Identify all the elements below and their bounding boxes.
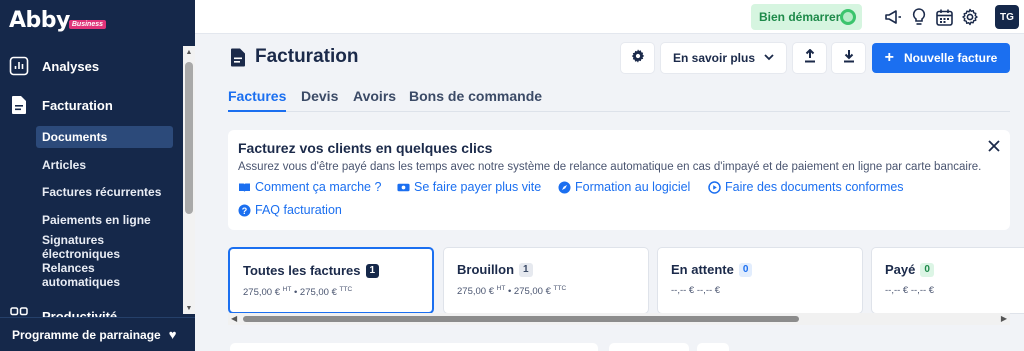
tab-avoirs[interactable]: Avoirs [353, 88, 396, 112]
download-icon [843, 49, 855, 68]
app-logo[interactable]: Abby Business [9, 8, 106, 36]
count-badge: 1 [519, 262, 533, 277]
logo-badge: Business [68, 20, 106, 29]
learn-more-dropdown[interactable]: En savoir plus [661, 43, 786, 73]
link-software-training[interactable]: Formation au logiciel [558, 180, 690, 194]
tab-devis[interactable]: Devis [301, 88, 338, 112]
calendar-icon[interactable] [934, 7, 954, 27]
status-card-all[interactable]: Toutes les factures 1 275,00 € HT • 275,… [228, 247, 434, 314]
compass-icon [558, 181, 571, 194]
document-icon [230, 48, 246, 72]
banner-description: Assurez vous d'être payé dans les temps … [238, 161, 982, 173]
progress-ring-icon [840, 9, 856, 25]
sidebar-subitem-articles[interactable]: Articles [36, 154, 173, 176]
horizontal-scroll-thumb[interactable] [243, 316, 799, 322]
book-icon [238, 181, 251, 194]
card-amounts: --,-- € --,-- € [885, 285, 935, 296]
megaphone-icon[interactable] [883, 7, 903, 27]
close-icon[interactable] [984, 136, 1004, 156]
settings-button[interactable] [621, 43, 654, 73]
link-compliant-documents[interactable]: Faire des documents conformes [708, 180, 904, 194]
import-button[interactable] [832, 43, 865, 73]
sidebar-subitem-e-signatures[interactable]: Signatures électroniques [36, 233, 173, 261]
link-get-paid-faster[interactable]: Se faire payer plus vite [397, 180, 541, 194]
count-badge: 1 [365, 263, 380, 278]
document-icon [9, 95, 29, 115]
card-amounts: --,-- € --,-- € [671, 285, 721, 296]
info-banner: Facturez vos clients en quelques clics A… [228, 130, 1010, 230]
status-card-pending[interactable]: En attente 0 --,-- € --,-- € [657, 247, 863, 314]
scroll-left-icon[interactable]: ◀ [231, 313, 237, 325]
heart-icon: ♥ [168, 327, 177, 342]
filter-button-partial[interactable] [609, 343, 689, 351]
sidebar-item-facturation[interactable]: Facturation [0, 86, 182, 124]
link-how-it-works[interactable]: Comment ça marche ? [238, 180, 381, 194]
sidebar-subitem-auto-reminders[interactable]: Relances automatiques [36, 261, 173, 289]
top-bar: Bien démarrer TG [195, 0, 1024, 34]
referral-program-button[interactable]: Programme de parrainage ♥ [0, 317, 195, 351]
cards-horizontal-scrollbar[interactable]: ◀ ▶ [228, 313, 1010, 325]
card-title: Payé [885, 262, 916, 277]
card-title: Brouillon [457, 262, 515, 277]
sidebar-subitem-recurring-invoices[interactable]: Factures récurrentes [36, 181, 173, 203]
card-title: En attente [671, 262, 734, 277]
new-invoice-label: Nouvelle facture [903, 51, 998, 65]
chart-icon [9, 56, 29, 76]
tab-factures[interactable]: Factures [228, 88, 287, 112]
export-button[interactable] [793, 43, 826, 73]
question-circle-icon: ? [238, 204, 251, 217]
search-input-partial[interactable] [230, 343, 598, 351]
options-button-partial[interactable] [697, 343, 729, 351]
sidebar-scroll-thumb[interactable] [185, 62, 193, 214]
logo-text: Abby [9, 8, 70, 33]
count-badge: 0 [738, 262, 753, 277]
sidebar: Abby Business Analyses Facturation Docum… [0, 0, 195, 351]
scroll-up-icon[interactable]: ▲ [183, 47, 195, 57]
user-avatar[interactable]: TG [995, 5, 1019, 29]
sidebar-scrollbar[interactable]: ▲ ▼ [183, 46, 195, 314]
cash-icon [397, 181, 410, 194]
document-tabs: Factures Devis Avoirs Bons de commande [228, 88, 1010, 112]
card-amounts: 275,00 € HT • 275,00 € TTC [243, 286, 353, 299]
status-card-draft[interactable]: Brouillon 1 275,00 € HT • 275,00 € TTC [443, 247, 649, 314]
sidebar-item-analyses[interactable]: Analyses [0, 47, 182, 85]
getting-started-button[interactable]: Bien démarrer [751, 4, 862, 30]
sidebar-subitem-documents[interactable]: Documents [36, 126, 173, 148]
sidebar-subitem-online-payments[interactable]: Paiements en ligne [36, 209, 173, 231]
getting-started-label: Bien démarrer [759, 10, 841, 24]
gear-icon [630, 48, 646, 69]
sidebar-item-label: Facturation [42, 97, 113, 113]
upload-icon [804, 48, 816, 68]
plus-icon: + [884, 49, 894, 66]
sidebar-item-label: Analyses [42, 58, 100, 74]
link-faq-invoicing[interactable]: ? FAQ facturation [238, 203, 342, 217]
card-amounts: 275,00 € HT • 275,00 € TTC [457, 285, 567, 298]
lightbulb-icon[interactable] [909, 7, 929, 27]
svg-text:?: ? [242, 206, 248, 216]
scroll-down-icon[interactable]: ▼ [183, 303, 195, 313]
scroll-right-icon[interactable]: ▶ [1001, 313, 1007, 325]
status-card-paid[interactable]: Payé 0 --,-- € --,-- € [871, 247, 1024, 314]
new-invoice-button[interactable]: + Nouvelle facture [872, 43, 1010, 73]
card-title: Toutes les factures [243, 263, 361, 278]
referral-label: Programme de parrainage [12, 327, 161, 342]
play-circle-icon [708, 180, 721, 194]
tab-bons-de-commande[interactable]: Bons de commande [409, 88, 542, 112]
gear-icon[interactable] [960, 7, 980, 27]
count-badge: 0 [920, 262, 934, 277]
chevron-down-icon [764, 53, 774, 63]
page-title: Facturation [255, 46, 359, 67]
learn-more-label: En savoir plus [672, 51, 756, 65]
banner-title: Facturez vos clients en quelques clics [238, 140, 493, 156]
